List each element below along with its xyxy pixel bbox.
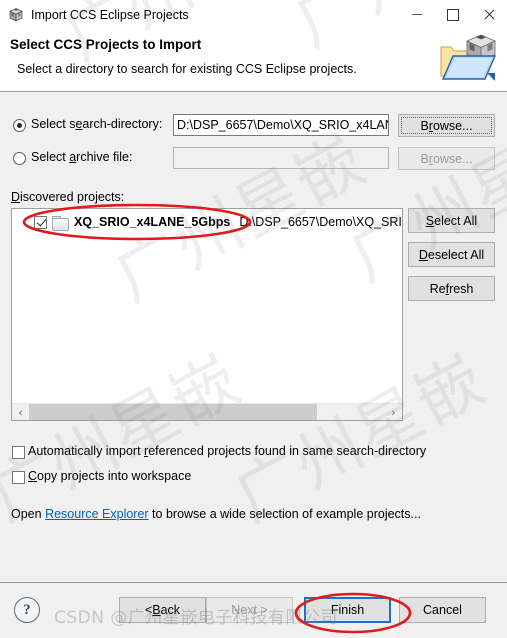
window-controls	[399, 0, 507, 29]
scroll-left-arrow-icon[interactable]: ‹	[12, 404, 29, 420]
back-button[interactable]: < Back	[119, 597, 206, 623]
deselect-all-button[interactable]: Deselect All	[408, 242, 495, 267]
project-checkbox[interactable]	[34, 215, 47, 229]
project-path: D:\DSP_6657\Demo\XQ_SRIO	[239, 215, 402, 229]
title-bar: Import CCS Eclipse Projects	[0, 0, 507, 29]
radio-select-search-directory[interactable]	[13, 119, 26, 132]
page-title: Select CCS Projects to Import	[10, 37, 202, 52]
wizard-header: Select CCS Projects to Import Select a d…	[0, 29, 507, 92]
scroll-right-arrow-icon[interactable]: ›	[385, 404, 402, 420]
help-icon[interactable]: ?	[14, 597, 40, 623]
label-select-search-directory: Select search-directory:	[31, 117, 163, 131]
dialog-footer: ? < Back Next > Finish Cancel	[0, 582, 507, 638]
archive-file-input[interactable]	[173, 147, 389, 169]
next-button: Next >	[206, 597, 293, 623]
label-discovered-projects: Discovered projects:	[11, 190, 125, 204]
search-directory-input[interactable]: D:\DSP_6657\Demo\XQ_SRIO_x4LANE_	[173, 114, 389, 136]
select-all-button[interactable]: Select All	[408, 208, 495, 233]
copy-projects-into-workspace-checkbox[interactable]	[12, 471, 25, 484]
scrollbar-thumb[interactable]	[29, 404, 317, 420]
browse-search-directory-button[interactable]: Br owse...	[398, 114, 495, 137]
minimize-icon[interactable]	[399, 0, 435, 29]
project-name: XQ_SRIO_x4LANE_5Gbps	[74, 215, 231, 229]
browse-archive-file-button: Br owse...	[398, 147, 495, 170]
folder-icon	[52, 215, 69, 231]
radio-select-archive-file[interactable]	[13, 152, 26, 165]
dialog-body: Select search-directory: D:\DSP_6657\Dem…	[0, 92, 507, 582]
resource-explorer-link[interactable]: Resource Explorer	[45, 507, 149, 521]
close-icon[interactable]	[471, 0, 507, 29]
discovered-projects-list[interactable]: XQ_SRIO_x4LANE_5Gbps D:\DSP_6657\Demo\XQ…	[11, 208, 403, 421]
auto-import-referenced-checkbox[interactable]	[12, 446, 25, 459]
copy-projects-into-workspace-label: Copy projects into workspace	[28, 469, 192, 483]
maximize-icon[interactable]	[435, 0, 471, 29]
import-folder-cube-icon	[437, 31, 499, 86]
list-item[interactable]: XQ_SRIO_x4LANE_5Gbps D:\DSP_6657\Demo\XQ…	[12, 212, 402, 232]
resource-explorer-hint: Open Resource Explorer to browse a wide …	[11, 507, 421, 521]
auto-import-referenced-label: Automatically import referenced projects…	[28, 444, 427, 458]
cancel-button[interactable]: Cancel	[399, 597, 486, 623]
hint-prefix: Open	[11, 507, 46, 521]
horizontal-scrollbar[interactable]: ‹ ›	[12, 403, 402, 420]
refresh-button[interactable]: Re f resh	[408, 276, 495, 301]
window-title: Import CCS Eclipse Projects	[31, 7, 189, 22]
finish-button[interactable]: Finish	[304, 597, 391, 623]
ccs-cube-icon	[8, 7, 24, 23]
page-subtitle: Select a directory to search for existin…	[17, 62, 357, 76]
hint-suffix: to browse a wide selection of example pr…	[148, 507, 421, 521]
label-select-archive-file: Select archive file:	[31, 150, 133, 164]
